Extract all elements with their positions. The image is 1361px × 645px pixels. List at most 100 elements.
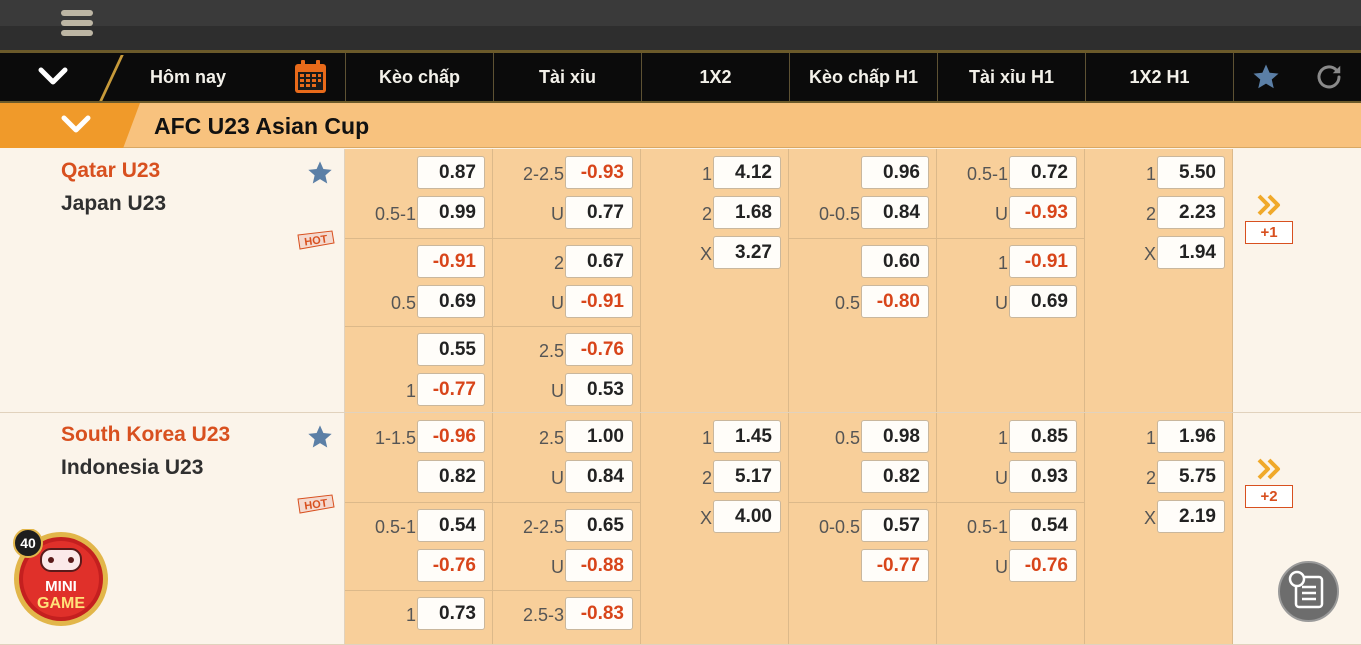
odds-button[interactable]: 0.82 (861, 460, 929, 493)
odds-button[interactable]: -0.93 (1009, 196, 1077, 229)
odds-button[interactable]: -0.76 (417, 548, 485, 582)
odds-button[interactable]: 0.99 (417, 196, 485, 229)
hot-badge-label: HOT (304, 497, 329, 512)
header-handicap: Kèo chấp (345, 53, 493, 101)
away-team-name[interactable]: Japan U23 (61, 192, 166, 216)
header-1x2: 1X2 (641, 53, 789, 101)
odds-button[interactable]: -0.88 (565, 548, 633, 582)
more-markets[interactable]: +1 (1233, 149, 1361, 412)
odds-button[interactable]: 0.87 (417, 156, 485, 189)
odds-line-label: 0-0.5 (818, 516, 860, 537)
double-chevron-right-icon[interactable] (1255, 193, 1301, 217)
date-filter[interactable]: Hôm nay (130, 53, 345, 101)
collapse-all-button[interactable] (0, 53, 130, 101)
odds-button[interactable]: 5.50 (1157, 156, 1225, 189)
odds-button[interactable]: -0.76 (565, 333, 633, 366)
league-header[interactable]: AFC U23 Asian Cup (0, 103, 1361, 148)
more-markets-count[interactable]: +2 (1245, 485, 1293, 508)
odds-line-label: 0.5-1 (966, 516, 1008, 537)
odds-button[interactable]: -0.93 (565, 156, 633, 189)
more-markets-count[interactable]: +1 (1245, 221, 1293, 244)
odds-button[interactable]: 1.00 (565, 420, 633, 453)
odds-button[interactable]: 0.82 (417, 460, 485, 493)
odds-button[interactable]: 0.84 (861, 196, 929, 229)
odds-line-label: U (995, 556, 1008, 577)
odds-button[interactable]: 4.00 (713, 500, 781, 533)
odds-row: 0.87 (345, 154, 492, 194)
odds-button[interactable]: 0.93 (1009, 460, 1077, 493)
odds-button[interactable]: 0.54 (417, 508, 485, 542)
away-team-name[interactable]: Indonesia U23 (61, 456, 203, 480)
odds-button[interactable]: -0.91 (417, 244, 485, 278)
odds-button[interactable]: 2.19 (1157, 500, 1225, 533)
odds-button[interactable]: 2.23 (1157, 196, 1225, 229)
odds-row: 1-1.5 -0.96 (345, 418, 492, 458)
odds-row: 2 2.23 (1085, 194, 1232, 234)
odds-button[interactable]: 0.72 (1009, 156, 1077, 189)
league-collapse-tab[interactable] (0, 103, 140, 148)
menu-icon[interactable] (61, 10, 93, 42)
odds-line-label: 2 (1145, 468, 1156, 488)
odds-button[interactable]: -0.91 (1009, 244, 1077, 278)
odds-row: 1 4.12 (641, 154, 788, 194)
odds-button[interactable]: 3.27 (713, 236, 781, 269)
odds-button[interactable]: 1.68 (713, 196, 781, 229)
odds-button[interactable]: 0.57 (861, 508, 929, 542)
odds-column-overunder: 2.5 1.00 U 0.84 2-2.5 0.65 U -0.88 2.5-3 -0.83 (493, 413, 641, 644)
odds-button[interactable]: 0.98 (861, 420, 929, 453)
group-divider (345, 326, 492, 327)
odds-row: U 0.69 (937, 283, 1084, 323)
odds-button[interactable]: -0.96 (417, 420, 485, 453)
calendar-icon[interactable] (294, 60, 327, 94)
odds-button[interactable]: 1.94 (1157, 236, 1225, 269)
refresh-icon[interactable] (1314, 62, 1344, 92)
odds-button[interactable]: -0.83 (565, 597, 633, 630)
odds-line-label: 0.5 (834, 292, 860, 313)
odds-button[interactable]: 1.96 (1157, 420, 1225, 453)
odds-button[interactable]: 0.55 (417, 333, 485, 366)
odds-button[interactable]: -0.80 (861, 284, 929, 318)
odds-button[interactable]: 0.54 (1009, 508, 1077, 542)
odds-button[interactable]: -0.77 (861, 548, 929, 582)
odds-row: 2 5.75 (1085, 458, 1232, 498)
match-teams: Qatar U23 Japan U23 HOT (0, 149, 345, 412)
minigame-button[interactable]: MINI GAME 40 (11, 528, 111, 629)
odds-button[interactable]: -0.91 (565, 284, 633, 318)
odds-button[interactable]: 0.84 (565, 460, 633, 493)
odds-button[interactable]: 0.53 (565, 373, 633, 406)
favorite-star-icon[interactable] (306, 159, 334, 187)
odds-button[interactable]: 0.60 (861, 244, 929, 278)
odds-button[interactable]: 0.67 (565, 244, 633, 278)
odds-column-x12_h1: 1 5.50 2 2.23 X 1.94 (1085, 149, 1233, 412)
odds-button[interactable]: 5.75 (1157, 460, 1225, 493)
odds-line-label: 2 (1145, 204, 1156, 224)
odds-button[interactable]: 0.69 (1009, 284, 1077, 318)
home-team-name[interactable]: South Korea U23 (61, 423, 230, 447)
odds-line-label: 2 (553, 252, 564, 273)
odds-button[interactable]: 4.12 (713, 156, 781, 189)
odds-button[interactable]: 5.17 (713, 460, 781, 493)
odds-row: 2 0.67 (493, 243, 640, 283)
odds-button[interactable]: -0.77 (417, 373, 485, 406)
double-chevron-right-icon[interactable] (1255, 457, 1301, 481)
odds-button[interactable]: 0.73 (417, 597, 485, 630)
odds-row: 0.82 (789, 458, 936, 498)
hot-badge-icon: HOT (296, 493, 336, 517)
odds-button[interactable]: 0.65 (565, 508, 633, 542)
odds-row: U -0.76 (937, 547, 1084, 587)
odds-row: 2-2.5 -0.93 (493, 154, 640, 194)
group-divider (345, 237, 492, 239)
odds-button[interactable]: 0.69 (417, 284, 485, 318)
home-team-name[interactable]: Qatar U23 (61, 159, 160, 183)
bet-slip-icon (1288, 570, 1324, 609)
odds-button[interactable]: -0.76 (1009, 548, 1077, 582)
odds-button[interactable]: 0.85 (1009, 420, 1077, 453)
bet-slip-button[interactable] (1278, 561, 1339, 622)
star-icon[interactable] (1251, 62, 1281, 92)
odds-button[interactable]: 1.45 (713, 420, 781, 453)
odds-button[interactable]: 0.77 (565, 196, 633, 229)
minigame-count-badge: 40 (20, 535, 36, 551)
odds-column-handicap: 0.87 0.5-1 0.99 -0.91 0.5 0.69 0.55 1 -0.77 (345, 149, 493, 412)
favorite-star-icon[interactable] (306, 423, 334, 451)
odds-button[interactable]: 0.96 (861, 156, 929, 189)
